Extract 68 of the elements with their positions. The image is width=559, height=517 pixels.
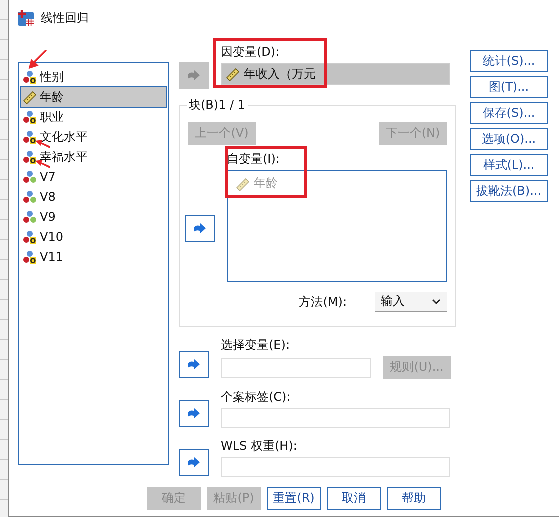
variable-item[interactable]: 幸福水平 — [21, 147, 166, 167]
app-icon — [17, 9, 35, 27]
move-button[interactable] — [179, 449, 209, 476]
move-button[interactable] — [185, 215, 215, 242]
arrow-icon — [187, 70, 201, 82]
variable-name: V11 — [40, 250, 64, 264]
variable-name: V7 — [40, 170, 56, 184]
variable-item[interactable]: 性别 — [21, 67, 166, 87]
variable-name: V9 — [40, 210, 56, 224]
string-variable-icon — [23, 230, 37, 244]
variable-name: 文化水平 — [40, 128, 88, 146]
arrow-icon — [187, 358, 201, 370]
variable-item[interactable]: V9 — [21, 207, 166, 227]
input-field[interactable] — [221, 457, 450, 477]
arrow-icon — [193, 222, 207, 234]
chevron-down-icon — [432, 298, 441, 304]
string-variable-icon — [23, 250, 37, 264]
ruler-icon — [23, 90, 37, 104]
ruler-icon — [226, 67, 240, 81]
string-variable-icon — [23, 110, 37, 124]
variable-item[interactable]: 年龄 — [21, 87, 166, 107]
dialog-button[interactable]: 取消 — [327, 487, 381, 510]
variable-item[interactable]: V7 — [21, 167, 166, 187]
variable-name: 年龄 — [254, 175, 278, 192]
method-dropdown[interactable]: 输入 — [375, 292, 447, 312]
variable-item[interactable]: V8 — [21, 187, 166, 207]
string-variable-icon — [23, 70, 37, 84]
ruler-icon — [236, 176, 250, 190]
dialog-button[interactable]: 样式(L)... — [470, 154, 548, 176]
nominal-variable-icon — [23, 190, 37, 204]
input-field[interactable] — [221, 358, 371, 378]
dependent-field[interactable]: 年收入（万元 — [221, 63, 450, 85]
nominal-variable-icon — [23, 210, 37, 224]
block-label: 块(B)1 / 1 — [187, 97, 248, 114]
field-label: 自变量(I): — [227, 151, 281, 168]
move-button[interactable] — [179, 400, 209, 427]
dialog-button[interactable]: 重置(R) — [267, 487, 321, 510]
arrow-icon — [187, 408, 201, 420]
field-label: 因变量(D): — [221, 44, 281, 61]
variable-item[interactable]: 职业 — [21, 107, 166, 127]
input-field[interactable] — [221, 408, 450, 428]
variable-name: V8 — [40, 190, 56, 204]
dialog-button[interactable]: 保存(S)... — [470, 102, 548, 124]
window-title: 线性回归 — [41, 10, 89, 26]
variable-name: 年龄 — [40, 88, 64, 106]
nominal-variable-icon — [23, 170, 37, 184]
method-label: 方法(M): — [299, 294, 347, 310]
field-label: WLS 权重(H): — [221, 438, 298, 455]
field-label: 个案标签(C): — [221, 389, 292, 406]
variable-name: 年收入（万元 — [244, 66, 316, 82]
arrow-icon — [187, 456, 201, 468]
dialog-button[interactable]: 拔靴法(B)... — [470, 180, 548, 202]
variable-name: V10 — [40, 230, 64, 244]
dialog-button[interactable]: 选项(O)... — [470, 128, 548, 150]
variable-name: 性别 — [40, 68, 64, 86]
variable-item[interactable]: V10 — [21, 227, 166, 247]
dialog-button[interactable]: 统计(S)... — [470, 50, 548, 72]
field-label: 选择变量(E): — [221, 337, 291, 354]
string-variable-icon — [23, 150, 37, 164]
variable-list[interactable]: 性别 年龄 职业 文化水平 幸福水平 V7 V8 V9 V10 V11 — [18, 62, 169, 465]
string-variable-icon — [23, 130, 37, 144]
dialog-button[interactable]: 帮助 — [387, 487, 441, 510]
variable-name: 职业 — [40, 108, 64, 126]
dialog-button[interactable]: 图(T)... — [470, 76, 548, 98]
variable-name: 幸福水平 — [40, 148, 88, 166]
variable-item[interactable]: V11 — [21, 247, 166, 267]
variable-item[interactable]: 文化水平 — [21, 127, 166, 147]
move-button[interactable] — [179, 351, 209, 378]
